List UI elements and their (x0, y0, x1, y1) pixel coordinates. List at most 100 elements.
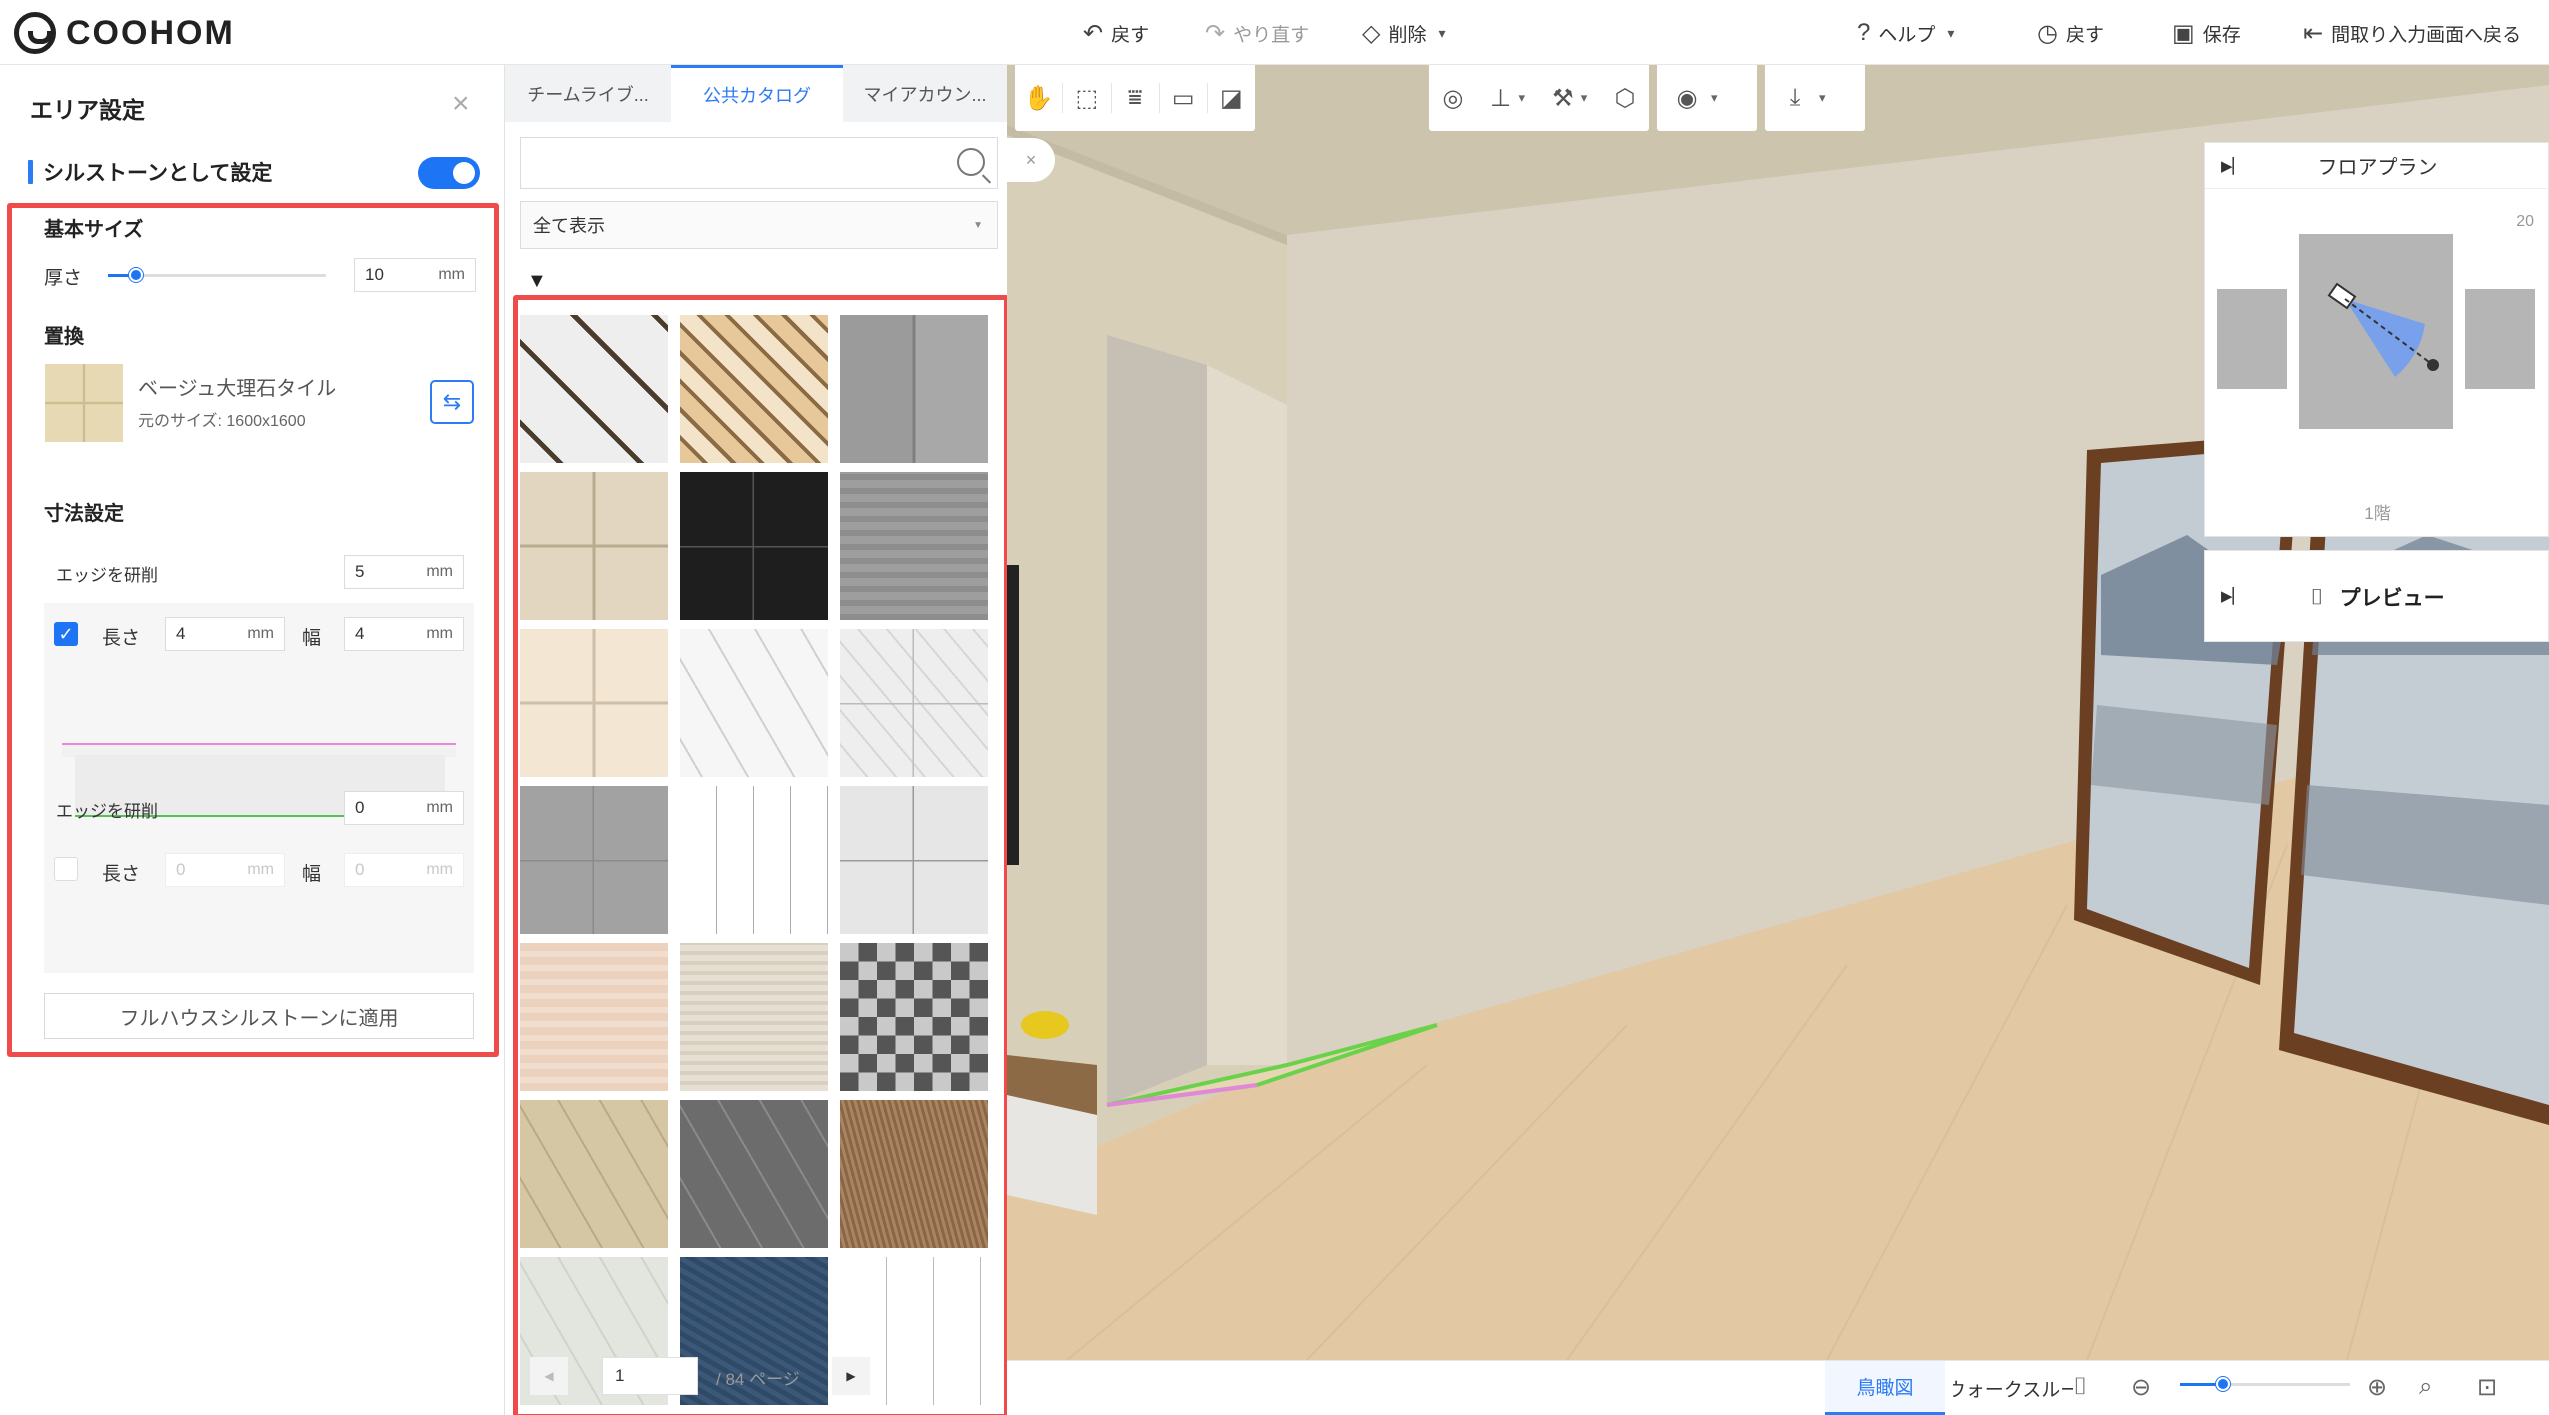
tab-birdseye-view[interactable]: 鳥瞰図 (1825, 1361, 1945, 1415)
edge-1-checkbox[interactable]: ✓ (54, 622, 78, 646)
eye-icon[interactable]: ◉ (1657, 84, 1717, 113)
history-label: 戻す (2065, 24, 2104, 46)
camera-target-handle[interactable] (2427, 359, 2439, 371)
material-tile-white-veined-marble[interactable] (840, 629, 988, 777)
undo-button[interactable]: ↶ 戻す (1083, 18, 1149, 48)
material-tile-beige-travertine-4-tile[interactable] (520, 472, 668, 620)
download-icon[interactable]: ⤓ (1765, 84, 1825, 112)
floorplan-scale: 20 (2516, 213, 2534, 230)
material-tile-grey-slate-stone[interactable] (840, 472, 988, 620)
tab-my-account[interactable]: マイアカウン... (843, 65, 1007, 122)
chevron-down-icon[interactable]: ▾ (1819, 90, 1826, 106)
apply-full-house-button[interactable]: フルハウスシルストーンに適用 (44, 993, 474, 1039)
chevron-down-icon[interactable]: ▾ (1711, 90, 1718, 106)
chevron-down-icon[interactable]: ▾ (1518, 90, 1525, 106)
thickness-slider[interactable] (108, 268, 326, 282)
zoom-fit-icon[interactable]: ⌕ (2419, 1373, 2432, 1401)
history-button[interactable]: ◷ 戻す (2037, 18, 2104, 48)
page-number-input[interactable]: 1 (602, 1357, 698, 1395)
camera-settings-icon[interactable]: ⌷ (2073, 1373, 2087, 1401)
help-menu[interactable]: ? ヘルプ ▾ (1857, 18, 1954, 48)
align-bottom-icon[interactable]: ⩸ (1111, 84, 1158, 112)
material-tile-black-granite[interactable] (680, 472, 828, 620)
zoom-out-icon[interactable]: ⊖ (2131, 1373, 2151, 1402)
tab-walkthrough-view[interactable]: ウォークスルー (1953, 1361, 2073, 1415)
preview-panel[interactable]: ▶▏ ⌷ プレビュー (2204, 550, 2549, 642)
frame-select-icon[interactable]: ⬚ (1063, 84, 1110, 113)
exit-icon: ⇤ (2303, 19, 2324, 47)
brush-icon[interactable]: ⚒ (1539, 84, 1587, 113)
floorplan-map[interactable] (2205, 189, 2549, 489)
view-tool-group-1: ✋ ⬚ ⩸ ▭ ◪ (1015, 65, 1255, 131)
save-button[interactable]: ▣ 保存 (2172, 18, 2241, 48)
tab-team-library[interactable]: チームライブ... (505, 65, 671, 122)
edge-2-checkbox[interactable] (54, 857, 78, 881)
funnel-icon[interactable]: ▼ (527, 270, 547, 293)
edge-1-width-value: 4 (355, 624, 365, 643)
zoom-in-icon[interactable]: ⊕ (2367, 1373, 2387, 1402)
material-tile-light-grey-marble[interactable] (840, 786, 988, 934)
material-tile-white-calacatta-marble[interactable] (680, 629, 828, 777)
material-tile-beige-hexagon[interactable] (520, 1100, 668, 1248)
save-label: 保存 (2202, 24, 2241, 46)
help-icon: ? (1857, 19, 1871, 46)
tab-public-catalog[interactable]: 公共カタログ (671, 65, 843, 122)
dimension-icon[interactable]: ⊥ (1477, 84, 1525, 113)
measure-icon[interactable]: ◎ (1429, 84, 1477, 113)
catalog-filter-select[interactable]: 全て表示 ▼ (520, 201, 998, 249)
chevron-down-icon[interactable]: ▾ (1581, 90, 1588, 106)
hand-icon[interactable]: ✋ (1015, 84, 1062, 113)
search-icon[interactable] (957, 148, 985, 176)
edge-grind-label-1: エッジを研削 (56, 566, 158, 585)
undo-icon: ↶ (1083, 19, 1104, 47)
panel-title: エリア設定 (30, 97, 145, 123)
replace-material-button[interactable]: ⇆ (430, 380, 474, 424)
sill-toggle-label: シルストーンとして設定 (43, 162, 273, 185)
edge-grind-input-2[interactable]: 0 mm (344, 791, 464, 825)
material-tile-white-square-grid[interactable] (680, 786, 828, 934)
unit-label: mm (426, 625, 453, 642)
back-to-floorplan-button[interactable]: ⇤ 間取り入力画面へ戻る (2303, 18, 2521, 48)
edge-1-width-input[interactable]: 4 mm (344, 617, 464, 651)
material-tile-brown-grass-texture[interactable] (840, 1100, 988, 1248)
thickness-input[interactable]: 10 mm (354, 258, 476, 292)
edge-2-length-input[interactable]: 0 mm (165, 853, 285, 887)
edge-grind-input-1[interactable]: 5 mm (344, 555, 464, 589)
layout-icon[interactable]: ◪ (1208, 84, 1255, 113)
material-tile-cream-marble-4-tile[interactable] (520, 629, 668, 777)
edge-2-width-input[interactable]: 0 mm (344, 853, 464, 887)
material-tile-grey-hexagon[interactable] (680, 1100, 828, 1248)
chevron-down-icon: ▾ (1438, 24, 1446, 41)
fullscreen-icon[interactable]: ⊡ (2477, 1373, 2497, 1402)
panel-icon[interactable]: ▭ (1160, 84, 1207, 113)
close-icon[interactable]: × (1007, 138, 1055, 182)
zoom-slider[interactable] (2180, 1377, 2350, 1391)
material-tile-beige-diamond-pattern[interactable] (680, 315, 828, 463)
close-icon[interactable]: × (452, 87, 470, 121)
material-tile-grey-patchwork-stone[interactable] (840, 315, 988, 463)
material-tile-cube-star-pattern[interactable] (840, 943, 988, 1091)
unit-label: mm (426, 861, 453, 878)
sill-toggle-switch[interactable] (418, 157, 480, 189)
material-grid (520, 315, 997, 1410)
redo-button[interactable]: ↷ やり直す (1205, 18, 1309, 48)
delete-button[interactable]: ◇ 削除 ▾ (1362, 18, 1446, 48)
material-tile-diamond-lattice-white-marble[interactable] (520, 315, 668, 463)
catalog-search-input[interactable] (520, 137, 998, 189)
prev-page-button[interactable]: ◀ (530, 1357, 568, 1395)
coohom-logo[interactable]: COOHOM (14, 12, 235, 54)
view-mode-bar: 鳥瞰図 ウォークスルー ⌷ ⊖ ⊕ ⌕ ⊡ (1007, 1360, 2549, 1415)
view-tool-group-2: ◎ ⊥ ▾ ⚒ ▾ ⬡ (1429, 65, 1649, 131)
material-tile-pink-travertine[interactable] (520, 943, 668, 1091)
next-page-button[interactable]: ▶ (832, 1357, 870, 1395)
cube-icon[interactable]: ⬡ (1601, 84, 1649, 113)
collapse-icon[interactable]: ▶▏ (2221, 157, 2244, 175)
preview-label: プレビュー (2339, 587, 2445, 610)
thickness-slider-handle[interactable] (129, 268, 144, 282)
material-tile-grey-stone-2-tile[interactable] (520, 786, 668, 934)
preview-button[interactable]: ⌷ プレビュー (2205, 551, 2549, 643)
floor-label[interactable]: 1階 (2205, 499, 2549, 524)
edge-1-length-input[interactable]: 4 mm (165, 617, 285, 651)
zoom-slider-handle[interactable] (2215, 1377, 2230, 1391)
material-tile-cream-travertine[interactable] (680, 943, 828, 1091)
